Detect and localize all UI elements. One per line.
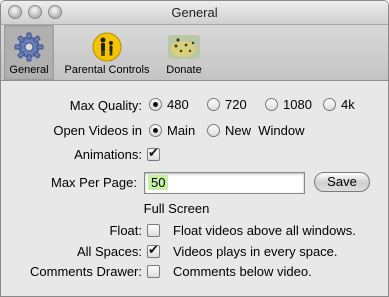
max-per-page-label: Max Per Page: <box>51 175 137 190</box>
all-spaces-checkbox[interactable] <box>147 242 160 258</box>
general-pane: Max Quality: 480 720 1080 4k Open Videos… <box>1 82 388 296</box>
donate-icon <box>168 35 200 59</box>
parental-controls-icon <box>92 32 122 62</box>
open-main-option[interactable]: Main <box>167 123 195 138</box>
max-per-page-input[interactable]: 50 <box>144 172 305 194</box>
max-per-page-value: 50 <box>148 175 169 190</box>
quality-radio-720[interactable] <box>207 98 220 111</box>
quality-option-480[interactable]: 480 <box>167 97 189 112</box>
open-new-window-option[interactable]: New Window <box>225 123 304 138</box>
tab-parental-controls[interactable]: Parental Controls <box>58 25 156 80</box>
open-videos-label: Open Videos in <box>53 123 142 138</box>
title-bar: General <box>1 1 388 25</box>
quality-option-720[interactable]: 720 <box>225 97 247 112</box>
tab-general-label: General <box>9 64 49 76</box>
comments-drawer-label: Comments Drawer: <box>30 264 142 279</box>
tab-donate-label: Donate <box>166 64 202 76</box>
tab-parental-controls-label: Parental Controls <box>64 64 150 76</box>
full-screen-heading: Full Screen <box>143 201 210 216</box>
all-spaces-description: Videos plays in every space. <box>173 244 338 259</box>
tab-general[interactable]: General <box>4 25 54 80</box>
float-label: Float: <box>109 223 142 238</box>
save-button[interactable]: Save <box>314 172 370 192</box>
comments-drawer-checkbox[interactable] <box>147 265 160 278</box>
preferences-window: General General Parental Controls Donate… <box>0 0 389 297</box>
quality-radio-1080[interactable] <box>265 98 278 111</box>
quality-option-1080[interactable]: 1080 <box>283 97 312 112</box>
tab-donate[interactable]: Donate <box>158 25 210 80</box>
quality-radio-4k[interactable] <box>323 98 336 111</box>
float-description: Float videos above all windows. <box>173 223 356 238</box>
animations-label: Animations: <box>74 147 142 162</box>
preferences-toolbar: General Parental Controls Donate <box>1 25 388 81</box>
float-checkbox[interactable] <box>147 224 160 237</box>
all-spaces-label: All Spaces: <box>76 244 142 259</box>
open-new-window-radio[interactable] <box>207 124 220 137</box>
quality-radio-480[interactable] <box>149 98 162 111</box>
comments-drawer-description: Comments below video. <box>173 264 312 279</box>
animations-checkbox[interactable] <box>147 145 160 161</box>
window-title: General <box>171 5 218 20</box>
quality-option-4k[interactable]: 4k <box>341 97 355 112</box>
max-quality-label: Max Quality: <box>69 98 142 113</box>
gear-icon <box>14 32 44 62</box>
open-main-radio[interactable] <box>149 124 162 137</box>
